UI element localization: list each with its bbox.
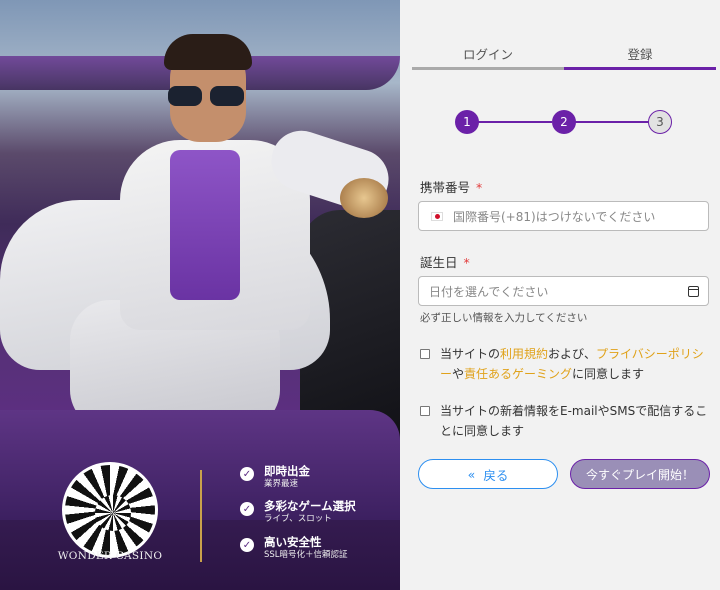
feature-item: ✓ 多彩なゲーム選択 ライブ、スロット [240,499,356,525]
hero-watch [340,178,388,218]
double-chevron-left-icon: « [467,466,476,482]
consent-text: に同意します [572,367,645,381]
hero-shirt [170,150,240,300]
newsletter-consent-text: 当サイトの新着情報をE-mailやSMSで配信することに同意します [440,404,708,438]
hero-sunglasses [168,86,246,106]
terms-link[interactable]: 利用規約 [500,347,548,361]
step-connector [575,121,650,123]
consent-text: 当サイトの [440,347,501,361]
birthday-input[interactable]: 日付を選んでください [418,276,709,306]
feature-sub: ライブ、スロット [264,514,332,524]
back-button[interactable]: « 戻る [418,459,558,489]
birthday-placeholder: 日付を選んでください [429,284,549,299]
birthday-label-text: 誕生日 [420,255,458,270]
feature-sub: SSL暗号化＋信頼認証 [264,550,348,560]
terms-consent-text: 当サイトの利用規約および、プライバシーポリシーや責任あるゲーミングに同意します [440,344,712,384]
required-mark: * [476,180,483,195]
step-1: 1 [455,110,479,134]
start-play-button[interactable]: 今すぐプレイ開始！ [570,459,710,489]
step-2: 2 [552,110,576,134]
feature-title: 即時出金 [264,464,310,478]
consent-text: や [452,367,465,381]
brand-divider [200,470,202,562]
check-circle-icon: ✓ [240,467,254,481]
birthday-label: 誕生日 * [420,252,470,271]
step-connector [477,121,552,123]
responsible-gaming-link[interactable]: 責任あるゲーミング [464,367,572,381]
phone-placeholder: 国際番号(+81)はつけないでください [453,209,656,224]
phone-label: 携帯番号 * [420,177,482,196]
consent-text: および、 [548,347,597,361]
registration-page: WONDER CASINO ✓ 即時出金 業界最速 ✓ 多彩なゲーム選択 ライブ… [0,0,720,590]
japan-flag-icon [431,211,443,221]
newsletter-checkbox[interactable] [420,406,430,416]
phone-input[interactable]: 国際番号(+81)はつけないでください [418,201,709,231]
feature-item: ✓ 高い安全性 SSL暗号化＋信頼認証 [240,535,348,561]
check-circle-icon: ✓ [240,502,254,516]
wonder-casino-logo [62,462,158,558]
terms-checkbox[interactable] [420,349,430,359]
check-circle-icon: ✓ [240,538,254,552]
feature-item: ✓ 即時出金 業界最速 [240,464,310,490]
calendar-icon[interactable] [688,285,699,297]
feature-title: 多彩なゲーム選択 [264,499,356,513]
required-mark: * [463,255,470,270]
hero-panel: WONDER CASINO ✓ 即時出金 業界最速 ✓ 多彩なゲーム選択 ライブ… [0,0,400,590]
tab-underline-active [564,67,716,70]
form-hint: 必ず正しい情報を入力してください [420,312,588,324]
feature-sub: 業界最速 [264,479,299,489]
back-button-label: 戻る [483,467,509,483]
hero-hair [164,34,252,70]
phone-label-text: 携帯番号 [420,180,471,195]
step-3: 3 [648,110,672,134]
feature-title: 高い安全性 [264,535,322,549]
brand-name: WONDER CASINO [57,550,163,562]
